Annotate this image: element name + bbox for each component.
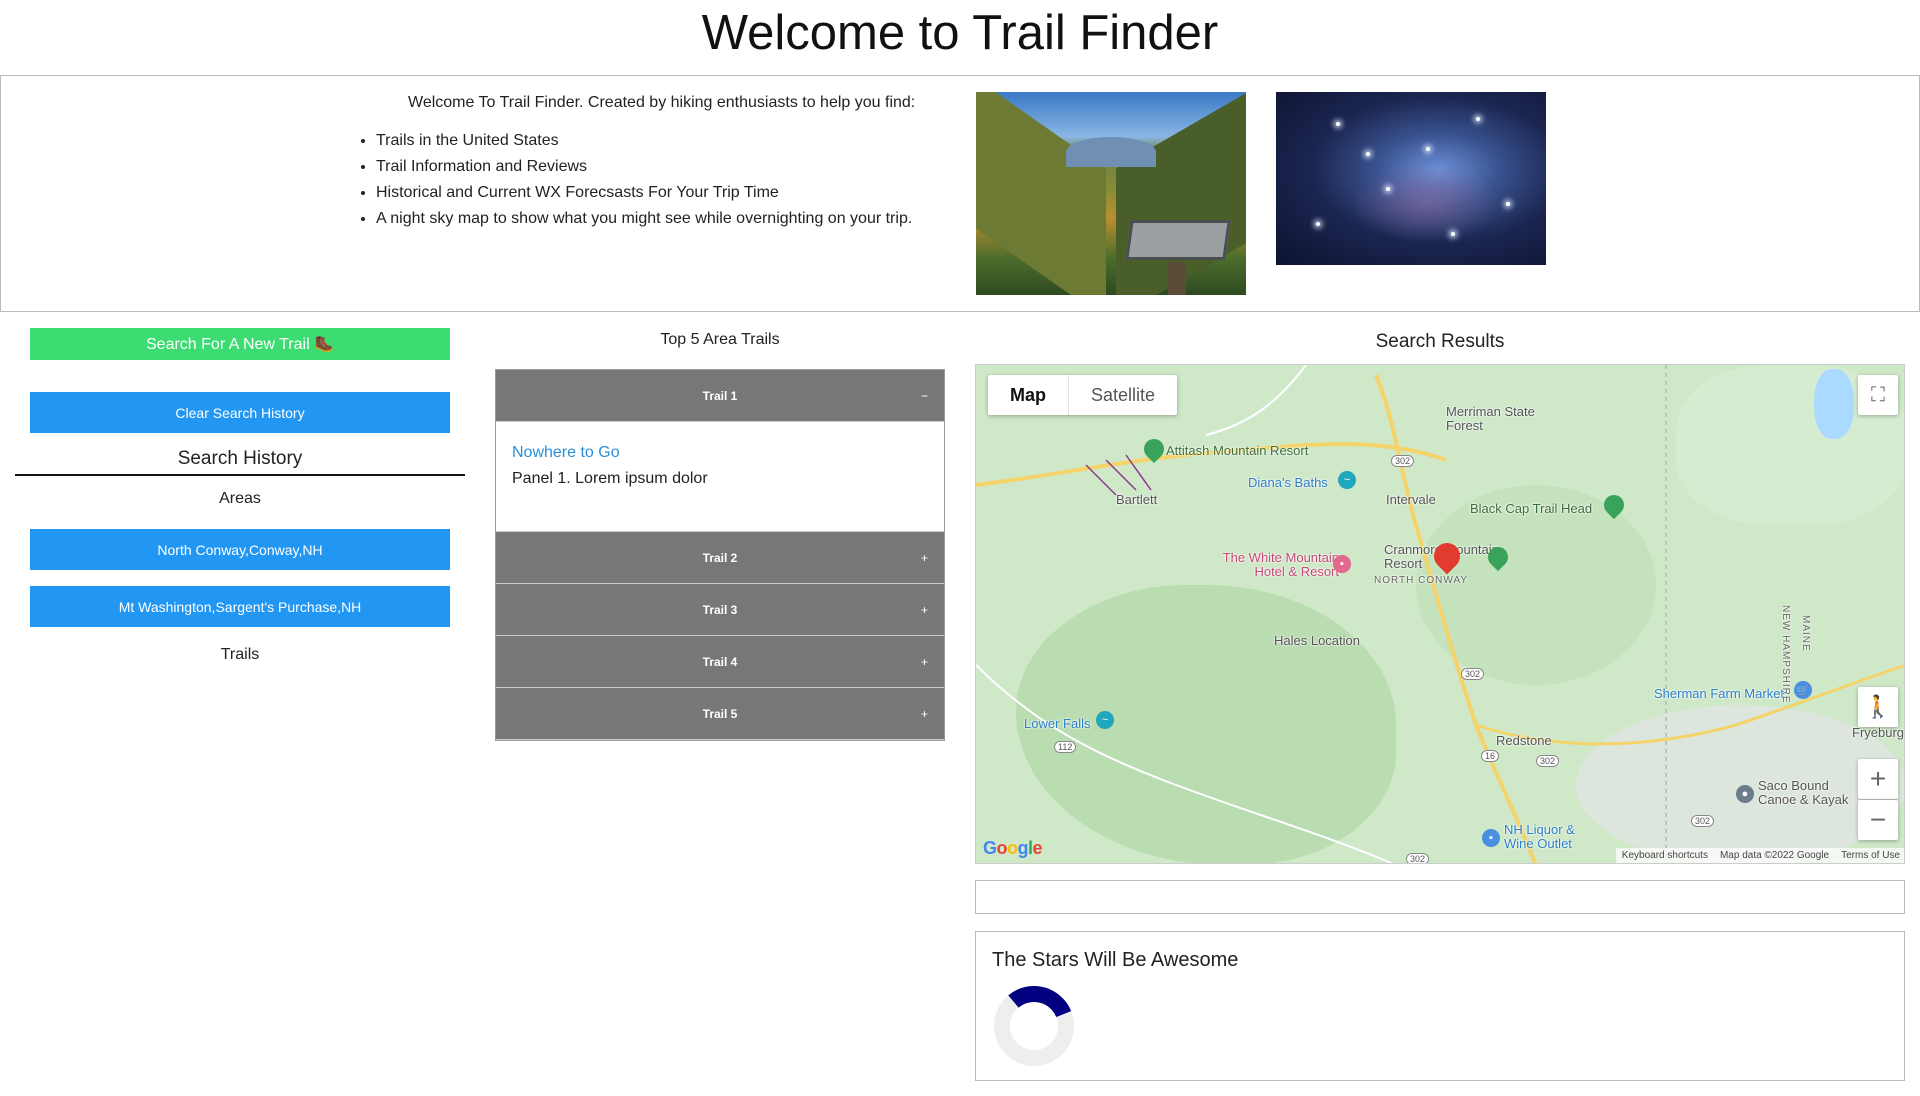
expand-icon: +: [920, 654, 928, 669]
results-map[interactable]: Map Satellite ⛶ 🚶 + − Merriman State For…: [975, 364, 1905, 864]
accordion-panel-trail-1: Nowhere to Go Panel 1. Lorem ipsum dolor: [496, 422, 944, 532]
intro-feature-list: Trails in the United States Trail Inform…: [356, 128, 936, 232]
trail-link[interactable]: Nowhere to Go: [512, 444, 928, 462]
areas-label: Areas: [219, 490, 261, 507]
accordion-header-label: Trail 2: [702, 550, 738, 565]
zoom-out-icon[interactable]: −: [1858, 800, 1898, 840]
intro-lead: Welcome To Trail Finder. Created by hiki…: [408, 94, 916, 111]
map-label-intervale: Intervale: [1386, 492, 1436, 507]
intro-panel: Welcome To Trail Finder. Created by hiki…: [0, 75, 1920, 312]
market-icon[interactable]: 🛒: [1794, 681, 1812, 699]
route-shield: 302: [1691, 815, 1715, 827]
expand-icon: +: [920, 550, 928, 565]
stars-gauge: [994, 986, 1074, 1066]
route-shield: 302: [1461, 668, 1485, 680]
top-trails-title: Top 5 Area Trails: [660, 331, 780, 348]
pegman-icon[interactable]: 🚶: [1858, 687, 1898, 727]
satellite-tab[interactable]: Satellite: [1069, 375, 1177, 415]
accordion-header-trail-5[interactable]: Trail 5 +: [496, 688, 944, 740]
map-label-hales: Hales Location: [1274, 633, 1360, 648]
lower-falls-icon[interactable]: ~: [1096, 711, 1114, 729]
hotel-icon[interactable]: ▪: [1333, 555, 1351, 573]
night-sky-photo: [1276, 92, 1546, 265]
map-label-saco: Saco Bound Canoe & Kayak: [1758, 778, 1849, 807]
feature-item: Historical and Current WX Forecsasts For…: [376, 180, 936, 206]
page-title: Welcome to Trail Finder: [701, 6, 1219, 60]
area-history-button[interactable]: Mt Washington,Sargent's Purchase,NH: [30, 586, 450, 627]
trails-label: Trails: [220, 646, 260, 663]
map-data-credit: Map data ©2022 Google: [1719, 850, 1830, 861]
route-shield: 16: [1481, 750, 1500, 762]
map-label-north-conway: NORTH CONWAY: [1374, 575, 1469, 586]
accordion-header-label: Trail 5: [702, 706, 738, 721]
route-shield: 302: [1391, 455, 1415, 467]
intro-text: Welcome To Trail Finder. Created by hiki…: [356, 94, 936, 232]
map-footer: Google Keyboard shortcuts Map data ©2022…: [976, 838, 1904, 863]
feature-item: Trail Information and Reviews: [376, 154, 936, 180]
feature-item: Trails in the United States: [376, 128, 936, 154]
map-label-attitash: Attitash Mountain Resort: [1166, 443, 1309, 458]
map-label-blackcap: Black Cap Trail Head: [1470, 501, 1593, 516]
route-shield: 302: [1536, 755, 1560, 767]
map-label-lower-falls: Lower Falls: [1024, 716, 1091, 731]
accordion-header-label: Trail 1: [702, 388, 738, 403]
google-logo: Google: [983, 838, 1043, 858]
expand-icon: +: [920, 602, 928, 617]
map-label-dianas: Diana's Baths: [1248, 475, 1328, 490]
map-label-fryeburg: Fryeburg: [1852, 725, 1905, 740]
mountain-trail-photo: [976, 92, 1246, 295]
search-history-title: Search History: [15, 448, 465, 476]
keyboard-shortcuts-link[interactable]: Keyboard shortcuts: [1622, 850, 1708, 861]
accordion-header-label: Trail 3: [702, 602, 738, 617]
fullscreen-icon[interactable]: ⛶: [1858, 375, 1898, 415]
map-label-new-hampshire: NEW HAMPSHIRE: [1780, 605, 1791, 704]
search-results-title: Search Results: [1375, 331, 1505, 352]
map-label-white-mountain: The White Mountain Hotel & Resort: [1222, 550, 1339, 579]
accordion-header-trail-4[interactable]: Trail 4 +: [496, 636, 944, 688]
accordion-header-trail-3[interactable]: Trail 3 +: [496, 584, 944, 636]
dianas-baths-icon[interactable]: ~: [1338, 471, 1356, 489]
accordion-header-label: Trail 4: [702, 654, 738, 669]
map-type-toggle[interactable]: Map Satellite: [988, 375, 1178, 415]
stars-title: The Stars Will Be Awesome: [992, 949, 1239, 971]
map-label-bartlett: Bartlett: [1116, 492, 1158, 507]
trail-description: Panel 1. Lorem ipsum dolor: [512, 470, 708, 487]
map-label-merriman: Merriman State Forest: [1446, 404, 1535, 433]
terms-of-use-link[interactable]: Terms of Use: [1841, 850, 1900, 861]
search-new-trail-button[interactable]: Search For A New Trail 🥾: [30, 328, 450, 360]
zoom-in-icon[interactable]: +: [1858, 759, 1898, 799]
route-shield: 112: [1054, 741, 1077, 753]
result-info-box: [975, 880, 1905, 914]
feature-item: A night sky map to show what you might s…: [376, 206, 936, 232]
map-attribution: Keyboard shortcuts Map data ©2022 Google…: [1615, 848, 1904, 863]
clear-search-history-button[interactable]: Clear Search History: [30, 392, 450, 433]
collapse-icon: −: [920, 388, 928, 403]
accordion-header-trail-2[interactable]: Trail 2 +: [496, 532, 944, 584]
saco-bound-icon[interactable]: ●: [1736, 785, 1754, 803]
map-label-sherman: Sherman Farm Market: [1654, 686, 1785, 701]
trails-accordion: Trail 1 − Nowhere to Go Panel 1. Lorem i…: [495, 369, 945, 741]
stars-panel: The Stars Will Be Awesome: [975, 931, 1905, 1081]
map-label-redstone: Redstone: [1496, 733, 1552, 748]
accordion-header-trail-1[interactable]: Trail 1 −: [496, 370, 944, 422]
map-tab[interactable]: Map: [988, 375, 1069, 415]
area-history-button[interactable]: North Conway,Conway,NH: [30, 529, 450, 570]
map-label-maine: MAINE: [1800, 615, 1811, 652]
expand-icon: +: [920, 706, 928, 721]
